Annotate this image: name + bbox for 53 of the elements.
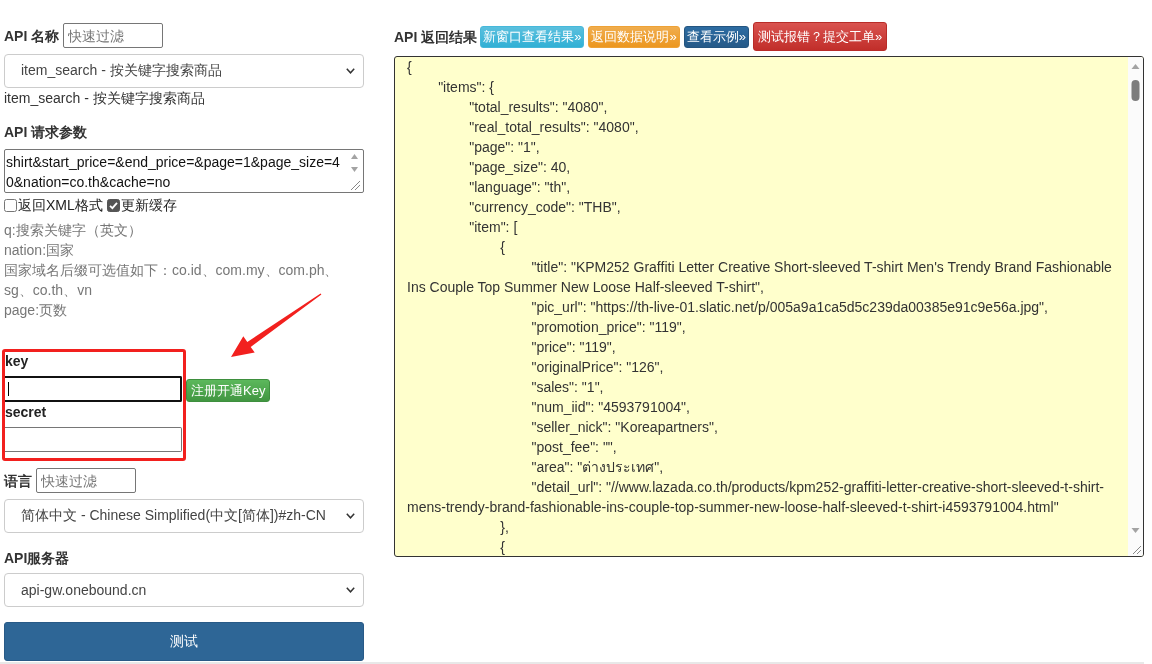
code-line: "language": "th", (468, 178, 572, 197)
code-line: "total_results": "4080", (468, 98, 609, 117)
code-line: "item": [ (468, 218, 519, 237)
dropdown[interactable]: 简体中文 - Chinese Simplified(中文[简体])#zh-CN (4, 499, 364, 533)
key-input[interactable] (5, 376, 182, 402)
code-line: "page": "1", (468, 138, 541, 157)
help-text: page:页数 (4, 301, 69, 320)
code-line: "items": { (437, 78, 495, 97)
code-line: "sales": "1", (530, 378, 605, 397)
action-button[interactable]: 测试报错？提交工单» (752, 22, 888, 51)
test-button[interactable]: 测试 (4, 622, 364, 661)
code-line: "area": "ต่างประเทศ", (530, 458, 665, 477)
code-line: "seller_nick": "Koreapartners", (530, 418, 719, 437)
code-line: { (407, 58, 413, 77)
code-line: "detail_url": "//www.lazada.co.th/products/kpm252-graffiti-letter-creative-short-sleeved-t-shirt-mens-trendy-brand-fashionable-ins-couple-top-summer-new-loose-half-sleeved-t-shirt-i4593791004.html" (407, 478, 1105, 517)
code-line: "real_total_results": "4080", (468, 118, 640, 137)
checkbox-label[interactable]: 更新缓存 (120, 195, 177, 215)
action-button[interactable]: 查看示例» (683, 25, 749, 48)
help-text: nation:国家 (4, 241, 76, 260)
code-line: "pic_url": "https://th-live-01.slatic.net/p/005a9a1ca5d5c239da00385e91c9e56a.jpg", (530, 298, 1049, 317)
code-line: "currency_code": "THB", (468, 198, 622, 217)
result-textarea[interactable] (394, 56, 1144, 557)
secret-input[interactable] (5, 427, 182, 452)
params-textarea[interactable]: shirt&start_price=&end_price=&page=1&page_size=40&nation=co.th&cache=no (4, 149, 364, 193)
field-label: secret (4, 403, 48, 422)
chevron-down-icon (346, 513, 355, 519)
code-line: "page_size": 40, (468, 158, 572, 177)
code-line: { (499, 538, 507, 556)
filter-input[interactable]: 快速过滤 (63, 23, 164, 48)
code-line: "price": "119", (530, 338, 617, 357)
dropdown[interactable]: item_search - 按关键字搜索商品 (4, 54, 364, 88)
checkbox[interactable] (106, 198, 120, 212)
code-line: { (499, 238, 507, 257)
code-line: "originalPrice": "126", (530, 358, 665, 377)
checkbox[interactable] (4, 198, 17, 212)
chevron-down-icon (346, 68, 355, 74)
checkbox-label[interactable]: 返回XML格式 (18, 195, 103, 215)
dropdown[interactable]: api-gw.onebound.cn (4, 573, 364, 607)
field-label: API 请求参数 (4, 123, 89, 142)
field-label: key (4, 352, 30, 371)
code-line: }, (499, 518, 510, 537)
filter-input[interactable]: 快速过滤 (36, 468, 136, 493)
field-label: 语言 (4, 471, 32, 491)
section-title: API 返回结果 (394, 27, 478, 47)
code-line: "title": "KPM252 Graffiti Letter Creative Short-sleeved T-shirt Men's Trendy Brand Fashionable Ins Couple Top Summer New Loose Half-sleeved T-shirt", (407, 258, 1113, 297)
api-description: item_search - 按关键字搜索商品 (4, 89, 206, 108)
field-label: API 名称 (4, 26, 60, 46)
field-label: API服务器 (4, 549, 71, 568)
help-text: q:搜索关键字（英文） (4, 221, 143, 240)
chevron-down-icon (346, 587, 355, 593)
code-line: "post_fee": "", (530, 438, 618, 457)
code-line: "num_iid": "4593791004", (530, 398, 691, 417)
code-line: "promotion_price": "119", (530, 318, 687, 337)
